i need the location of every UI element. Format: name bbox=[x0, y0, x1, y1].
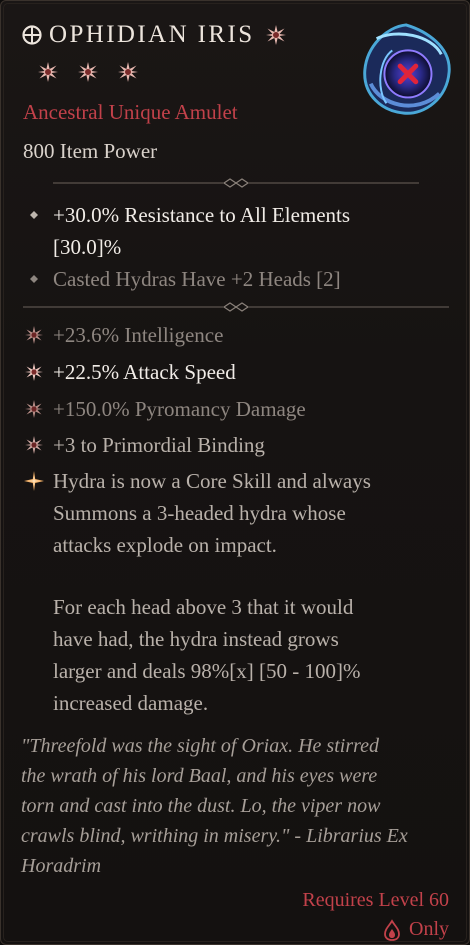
diamond-bullet-icon bbox=[30, 275, 38, 283]
upgrade-star-icon bbox=[78, 62, 98, 82]
item-tooltip: OPHIDIAN IRIS Ancestral Unique Amulet 80… bbox=[0, 0, 470, 945]
unique-power-line: larger and deals 98%[x] [50 - 100]% bbox=[53, 659, 361, 683]
implicit-line: [30.0]% bbox=[53, 235, 122, 259]
affix-star-icon bbox=[25, 363, 43, 381]
sorcerer-class-icon bbox=[384, 918, 400, 941]
affix-text: +22.5% Attack Speed bbox=[53, 360, 236, 384]
title-star-icon bbox=[265, 25, 286, 45]
affix-row: +150.0% Pyromancy Damage bbox=[1, 393, 306, 425]
unique-power-star-icon bbox=[24, 471, 44, 491]
affix-star-icon bbox=[25, 400, 43, 418]
upgrade-star-icon bbox=[118, 62, 138, 82]
unique-power-line bbox=[53, 561, 371, 591]
diamond-bullet-icon bbox=[30, 211, 38, 219]
amulet-image bbox=[363, 23, 451, 115]
implicit-line: Casted Hydras Have +2 Heads [2] bbox=[53, 267, 341, 291]
unique-power: Hydra is now a Core Skill and always Sum… bbox=[1, 465, 371, 719]
unique-power-line: attacks explode on impact. bbox=[53, 533, 277, 557]
flavor-line: torn and cast into the dust. Lo, the vip… bbox=[21, 795, 381, 817]
item-power: 800 Item Power bbox=[23, 139, 158, 163]
affix-star-icon bbox=[25, 326, 43, 344]
affix-row: +22.5% Attack Speed bbox=[1, 356, 236, 388]
class-only-label: Only bbox=[409, 918, 449, 940]
implicit-hydra-heads: Casted Hydras Have +2 Heads [2] bbox=[1, 263, 341, 295]
flavor-line: "Threefold was the sight of Oriax. He st… bbox=[21, 735, 380, 757]
affix-star-icon bbox=[25, 436, 43, 454]
affix-text: +3 to Primordial Binding bbox=[53, 433, 265, 457]
affix-text: +23.6% Intelligence bbox=[53, 323, 224, 347]
upgrade-star-icon bbox=[38, 62, 58, 82]
divider-ornament bbox=[53, 178, 419, 188]
unique-power-line: increased damage. bbox=[53, 691, 209, 715]
upgrade-stars bbox=[37, 61, 139, 83]
affix-row: +23.6% Intelligence bbox=[1, 319, 223, 351]
implicit-line: +30.0% Resistance to All Elements bbox=[53, 203, 351, 227]
title-row: OPHIDIAN IRIS bbox=[21, 21, 287, 49]
unique-power-line: Hydra is now a Core Skill and always bbox=[53, 469, 371, 493]
divider-ornament bbox=[23, 302, 449, 312]
flavor-line: the wrath of his lord Baal, and his eyes… bbox=[21, 765, 378, 787]
flavor-line: Horadrim bbox=[21, 855, 102, 877]
affix-text: +150.0% Pyromancy Damage bbox=[53, 397, 306, 421]
item-type: Ancestral Unique Amulet bbox=[23, 100, 238, 124]
affix-row: +3 to Primordial Binding bbox=[1, 429, 265, 461]
flavor-text: "Threefold was the sight of Oriax. He st… bbox=[21, 731, 451, 881]
unique-power-line: Summons a 3-headed hydra whose bbox=[53, 501, 346, 525]
unique-power-text: Hydra is now a Core Skill and always Sum… bbox=[53, 465, 371, 719]
class-restriction: Only bbox=[381, 918, 449, 941]
flavor-line: crawls blind, writhing in misery." - Lib… bbox=[21, 825, 408, 847]
implicit-resistance: +30.0% Resistance to All Elements [30.0]… bbox=[1, 199, 350, 263]
item-name: OPHIDIAN IRIS bbox=[49, 21, 255, 48]
level-requirement: Requires Level 60 bbox=[302, 889, 449, 911]
unique-mark-icon bbox=[22, 25, 42, 45]
unique-power-line: have had, the hydra instead grows bbox=[53, 627, 339, 651]
unique-power-line: For each head above 3 that it would bbox=[53, 595, 354, 619]
